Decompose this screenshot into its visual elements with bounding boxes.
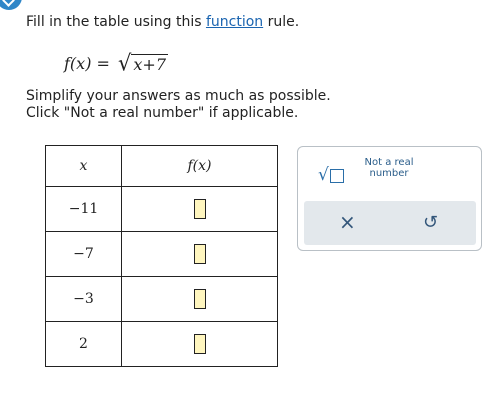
placeholder-box-icon bbox=[329, 169, 344, 183]
simplify-instructions: Simplify your answers as much as possibl… bbox=[26, 88, 331, 122]
answer-cell[interactable] bbox=[121, 186, 278, 232]
not-a-real-number-button[interactable]: Not a real number bbox=[364, 157, 414, 179]
table-row: −7 bbox=[45, 231, 278, 277]
not-real-hint-line: Click "Not a real number" if applicable. bbox=[26, 105, 299, 121]
function-table: x f(x) −11 −7 −3 2 bbox=[45, 145, 278, 367]
function-rule: f(x) = √ x+7 bbox=[64, 49, 169, 76]
panel-action-bar: × ↺ bbox=[304, 201, 476, 245]
x-value: −11 bbox=[45, 186, 122, 232]
answer-cell[interactable] bbox=[121, 231, 278, 277]
sqrt-button[interactable]: √ bbox=[318, 165, 344, 185]
answer-input[interactable] bbox=[193, 334, 206, 354]
header-fx: f(x) bbox=[121, 145, 278, 187]
x-value: −3 bbox=[45, 276, 122, 322]
clear-icon[interactable]: × bbox=[339, 210, 356, 234]
answer-input[interactable] bbox=[193, 289, 206, 309]
instruction-prefix: Fill in the table using this bbox=[26, 14, 206, 30]
collapse-toggle-badge[interactable] bbox=[0, 0, 22, 10]
answer-input[interactable] bbox=[193, 199, 206, 219]
radical-sign: √ bbox=[118, 49, 132, 76]
sqrt-icon: √ bbox=[318, 165, 329, 185]
table-row: 2 bbox=[45, 321, 278, 367]
function-link[interactable]: function bbox=[206, 14, 263, 30]
table-row: −11 bbox=[45, 186, 278, 232]
x-value: 2 bbox=[45, 321, 122, 367]
answer-input[interactable] bbox=[193, 244, 206, 264]
undo-icon[interactable]: ↺ bbox=[423, 212, 438, 233]
math-tool-panel: √ Not a real number × ↺ bbox=[297, 146, 482, 251]
formula-equals: = bbox=[91, 53, 116, 73]
instruction-text: Fill in the table using this function ru… bbox=[26, 14, 299, 30]
answer-cell[interactable] bbox=[121, 321, 278, 367]
formula-lhs: f(x) bbox=[64, 53, 92, 73]
table-header-row: x f(x) bbox=[45, 145, 278, 187]
table-row: −3 bbox=[45, 276, 278, 322]
answer-cell[interactable] bbox=[121, 276, 278, 322]
simplify-line: Simplify your answers as much as possibl… bbox=[26, 88, 331, 104]
chevron-down-icon bbox=[2, 0, 15, 7]
radicand: x+7 bbox=[131, 53, 169, 74]
instruction-suffix: rule. bbox=[263, 14, 300, 30]
square-root: √ x+7 bbox=[118, 49, 169, 76]
header-x: x bbox=[45, 145, 122, 187]
x-value: −7 bbox=[45, 231, 122, 277]
